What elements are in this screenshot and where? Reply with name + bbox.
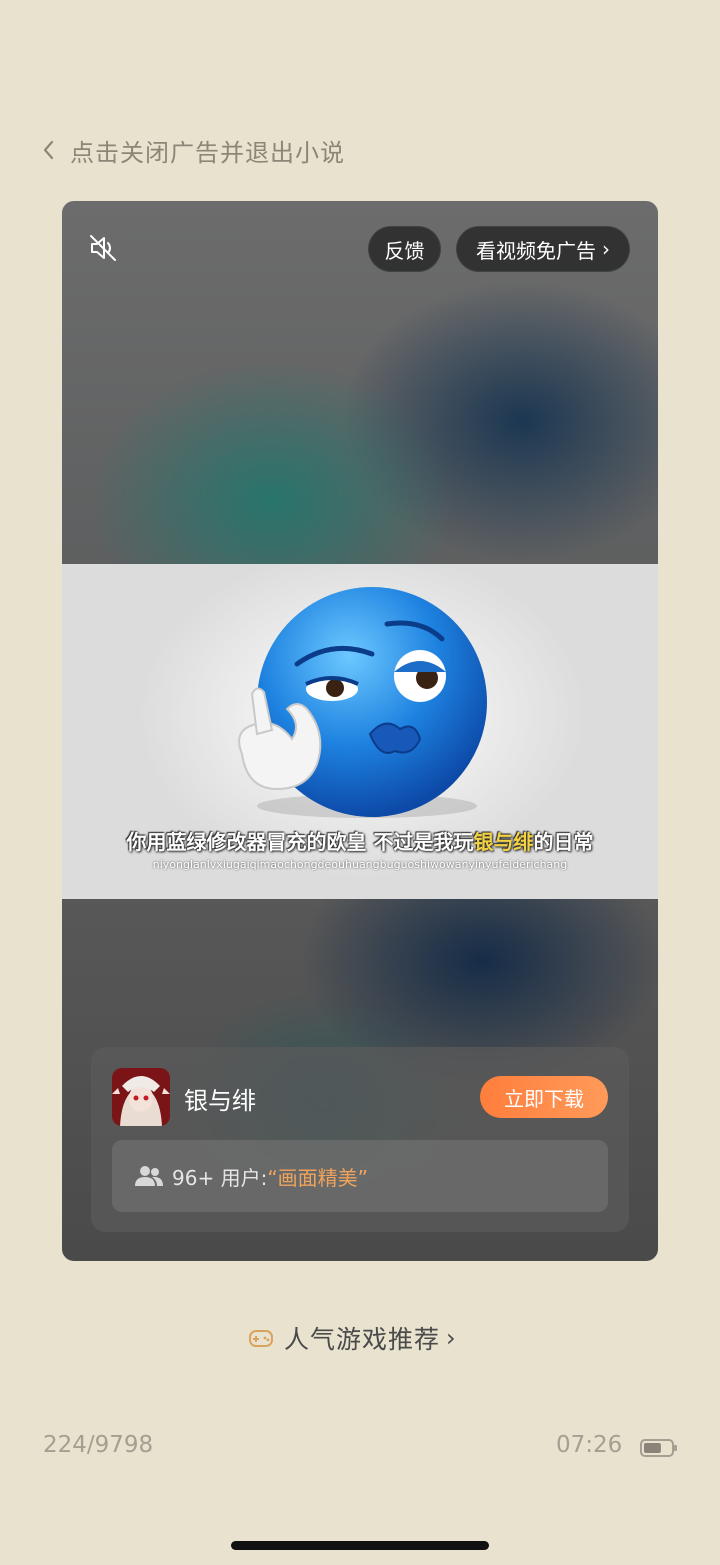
video-subtitle: 你用蓝绿修改器冒充的欧皇 不过是我玩银与绯的日常: [126, 830, 594, 854]
users-icon: [135, 1166, 163, 1186]
gamepad-icon: [249, 1330, 273, 1347]
back-chevron-icon: [43, 140, 54, 160]
popular-games-label: 人气游戏推荐: [284, 1325, 441, 1354]
feedback-button[interactable]: 反馈: [368, 226, 441, 272]
app-icon: [112, 1068, 170, 1126]
emoji-face-image: [238, 587, 487, 818]
feedback-label: 反馈: [384, 238, 425, 263]
video-subtitle-pinyin: niyonglanlvxiugaiqimaochongdeouhuangbugu…: [152, 858, 568, 871]
back-label: 点击关闭广告并退出小说: [70, 138, 345, 167]
ad-card[interactable]: 反馈 看视频免广告 › 你用蓝绿修改器冒充的欧皇 不过是我玩银与绯的日常 niy…: [62, 201, 658, 1261]
skip-label: 看视频免广告: [476, 238, 596, 263]
user-review-bar: 96+ 用户: “画面精美”: [112, 1140, 608, 1212]
app-name: 银与绯: [184, 1087, 256, 1115]
popular-games-link[interactable]: 人气游戏推荐 ›: [248, 1318, 456, 1358]
clock: 07:26: [556, 1432, 623, 1458]
review-count: 96+ 用户:: [172, 1165, 268, 1190]
review-quote: “画面精美”: [267, 1165, 369, 1190]
download-button[interactable]: 立即下载: [480, 1076, 608, 1118]
ad-video[interactable]: 你用蓝绿修改器冒充的欧皇 不过是我玩银与绯的日常 niyonglanlvxiug…: [62, 564, 658, 899]
chevron-right-icon: ›: [602, 237, 610, 261]
mute-icon[interactable]: [86, 231, 120, 265]
subtitle-highlight: 银与绯: [473, 830, 534, 854]
watch-video-no-ads-button[interactable]: 看视频免广告 ›: [456, 226, 630, 272]
chevron-right-icon: ›: [446, 1324, 456, 1352]
page-progress: 224/9798: [43, 1432, 154, 1458]
app-info-panel[interactable]: 银与绯 立即下载 96+ 用户: “画面精美”: [91, 1047, 629, 1232]
battery-icon: [640, 1439, 677, 1457]
download-label: 立即下载: [504, 1086, 584, 1111]
back-button[interactable]: 点击关闭广告并退出小说: [40, 130, 345, 170]
home-indicator[interactable]: [231, 1541, 489, 1550]
